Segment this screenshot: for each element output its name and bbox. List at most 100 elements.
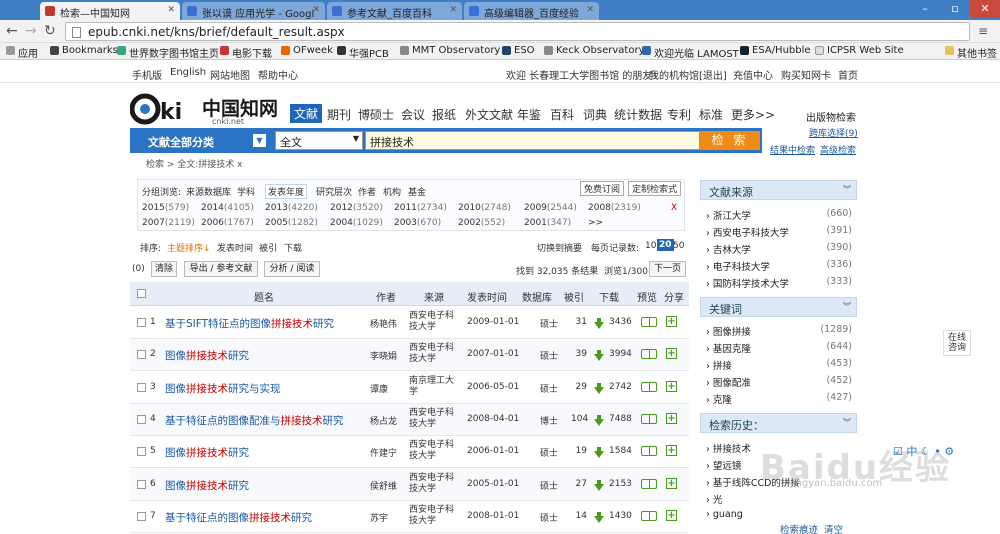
tab-cnki[interactable]: 检索—中国知网 ✕ bbox=[40, 2, 180, 20]
preview-book-icon[interactable] bbox=[641, 446, 657, 457]
search-input[interactable]: 拼接技术 bbox=[365, 131, 700, 150]
close-tab-icon[interactable]: ✕ bbox=[586, 5, 594, 15]
bookmark-item[interactable]: OFweek bbox=[281, 45, 333, 56]
group-tab-subject[interactable]: 学科 bbox=[237, 185, 255, 198]
preview-book-icon[interactable] bbox=[641, 317, 657, 327]
share-plus-icon[interactable]: + bbox=[666, 509, 677, 521]
row-checkbox[interactable] bbox=[137, 382, 146, 392]
row-checkbox[interactable] bbox=[137, 511, 146, 521]
cited-count[interactable]: 104 bbox=[571, 414, 588, 424]
paper-title-link[interactable]: 图像拼接技术研究 bbox=[165, 348, 249, 363]
url-input[interactable]: epub.cnki.net/kns/brief/default_result.a… bbox=[65, 22, 970, 41]
history-trace-link[interactable]: 检索痕迹 bbox=[780, 522, 818, 534]
link-sitemap[interactable]: 网站地图 bbox=[210, 67, 250, 82]
col-downloads[interactable]: 下载 bbox=[599, 289, 619, 304]
year-filter-item[interactable]: 2002(552) bbox=[458, 218, 505, 228]
group-tab-year[interactable]: 发表年度 bbox=[265, 184, 308, 199]
ime-check-icon[interactable]: ☑ bbox=[893, 445, 903, 458]
year-filter-item[interactable]: 2012(3520) bbox=[330, 203, 383, 213]
sort-by-topic[interactable]: 主题排序↓ bbox=[167, 241, 211, 254]
cnki-logo[interactable]: ki 中国知网 cnki.net bbox=[129, 92, 280, 126]
preview-book-icon[interactable] bbox=[641, 349, 657, 360]
bookmark-item[interactable]: ESO bbox=[502, 45, 535, 56]
keywords-item[interactable]: › 图像配准 (452) bbox=[706, 375, 854, 389]
history-item[interactable]: › guang bbox=[706, 509, 854, 520]
author-link[interactable]: 苏宇 bbox=[370, 511, 412, 524]
per-page-10[interactable]: 10 bbox=[645, 241, 656, 251]
channel-literature[interactable]: 文献 bbox=[290, 104, 323, 123]
bookmark-item[interactable]: ESA/Hubble bbox=[740, 45, 811, 56]
row-checkbox[interactable] bbox=[137, 479, 146, 489]
bookmark-item[interactable]: Keck Observatory bbox=[544, 45, 645, 56]
link-recharge[interactable]: 充值中心 bbox=[733, 67, 773, 82]
tab-google[interactable]: 张以谟 应用光学 - Googl ✕ bbox=[182, 2, 325, 20]
download-icon[interactable] bbox=[594, 350, 604, 362]
keywords-item[interactable]: › 基因克隆 (644) bbox=[706, 341, 854, 355]
paper-title-link[interactable]: 图像拼接技术研究与实现 bbox=[165, 381, 281, 396]
clear-button[interactable]: 清除 bbox=[151, 261, 177, 277]
year-filter-item[interactable]: 2001(347) bbox=[524, 218, 571, 228]
source-link[interactable]: 西安电子科技大学 bbox=[409, 343, 457, 365]
source-item[interactable]: › 国防科学技术大学 (333) bbox=[706, 276, 854, 290]
row-checkbox[interactable] bbox=[137, 447, 146, 457]
bookmark-item[interactable]: 欢迎光临 LAMOST bbox=[642, 45, 739, 60]
cited-count[interactable]: 27 bbox=[571, 479, 587, 489]
cited-count[interactable]: 31 bbox=[571, 317, 587, 327]
paper-title-link[interactable]: 基于特征点的图像配准与拼接技术研究 bbox=[165, 413, 344, 428]
paper-title-link[interactable]: 基于SIFT特征点的图像拼接技术研究 bbox=[165, 316, 334, 331]
download-icon[interactable] bbox=[594, 447, 604, 459]
bookmark-item[interactable]: 华强PCB bbox=[337, 45, 389, 60]
bookmark-other[interactable]: 其他书签 bbox=[945, 45, 997, 60]
col-title[interactable]: 题名 bbox=[254, 289, 274, 304]
source-item[interactable]: › 吉林大学 (390) bbox=[706, 242, 854, 256]
source-link[interactable]: 西安电子科技大学 bbox=[409, 311, 457, 333]
source-item[interactable]: › 西安电子科技大学 (391) bbox=[706, 225, 854, 239]
year-filter-item[interactable]: >> bbox=[588, 218, 603, 228]
reload-icon[interactable]: ↻ bbox=[44, 23, 56, 39]
group-tab-fund[interactable]: 基金 bbox=[408, 185, 426, 198]
source-panel-header[interactable]: 文献来源 ︾ bbox=[700, 180, 857, 200]
group-tab-level[interactable]: 研究层次 bbox=[316, 185, 352, 198]
close-tab-icon[interactable]: ✕ bbox=[167, 5, 175, 15]
year-filter-item[interactable]: 2011(2734) bbox=[394, 203, 447, 213]
forward-icon[interactable]: → bbox=[25, 23, 37, 39]
channel-thesis[interactable]: 博硕士 bbox=[358, 106, 394, 123]
author-link[interactable]: 李晓娟 bbox=[370, 349, 412, 362]
subscribe-button[interactable]: 免费订阅 bbox=[580, 181, 625, 196]
channel-more[interactable]: 更多>> bbox=[731, 106, 775, 123]
preview-book-icon[interactable] bbox=[641, 510, 657, 521]
author-link[interactable]: 杨占龙 bbox=[370, 414, 412, 427]
channel-newspaper[interactable]: 报纸 bbox=[432, 106, 456, 123]
source-item[interactable]: › 电子科技大学 (336) bbox=[706, 259, 854, 273]
group-tab-source[interactable]: 来源数据库 bbox=[186, 185, 231, 198]
year-filter-item[interactable]: 2013(4220) bbox=[265, 203, 318, 213]
col-database[interactable]: 数据库 bbox=[522, 289, 552, 304]
history-item[interactable]: › 光 bbox=[706, 492, 854, 506]
source-link[interactable]: 西安电子科技大学 bbox=[409, 440, 457, 462]
channel-foreign[interactable]: 外文文献 bbox=[465, 106, 513, 123]
cited-count[interactable]: 39 bbox=[571, 349, 587, 359]
keywords-item[interactable]: › 克隆 (427) bbox=[706, 392, 854, 406]
sort-by-cited[interactable]: 被引 bbox=[259, 241, 277, 254]
share-plus-icon[interactable]: + bbox=[666, 316, 677, 327]
link-buy-card[interactable]: 购买知网卡 bbox=[781, 67, 831, 82]
sort-by-date[interactable]: 发表时间 bbox=[217, 241, 253, 254]
year-filter-item[interactable]: 2005(1282) bbox=[265, 218, 318, 228]
channel-conference[interactable]: 会议 bbox=[401, 106, 425, 123]
bookmark-item[interactable]: 世界数字图书馆主页 bbox=[117, 45, 219, 60]
maximize-icon[interactable]: ▫ bbox=[940, 0, 970, 18]
analyze-button[interactable]: 分析 / 阅读 bbox=[264, 261, 320, 277]
keywords-item[interactable]: › 拼接 (453) bbox=[706, 358, 854, 372]
group-tab-institution[interactable]: 机构 bbox=[383, 185, 401, 198]
next-page-button[interactable]: 下一页 bbox=[649, 261, 686, 277]
online-consult-button[interactable]: 在线咨询 bbox=[943, 330, 971, 356]
share-plus-icon[interactable]: + bbox=[666, 412, 677, 424]
year-filter-item[interactable]: 2008(2319) bbox=[588, 203, 641, 213]
col-source[interactable]: 来源 bbox=[424, 289, 444, 304]
download-icon[interactable] bbox=[594, 511, 604, 523]
cited-count[interactable]: 19 bbox=[571, 446, 587, 456]
ime-toolbar[interactable]: ☑ 中 ☾ • ⚙ bbox=[893, 443, 973, 459]
share-plus-icon[interactable]: + bbox=[666, 477, 677, 489]
custom-query-button[interactable]: 定制检索式 bbox=[628, 181, 682, 196]
share-plus-icon[interactable]: + bbox=[666, 445, 677, 457]
